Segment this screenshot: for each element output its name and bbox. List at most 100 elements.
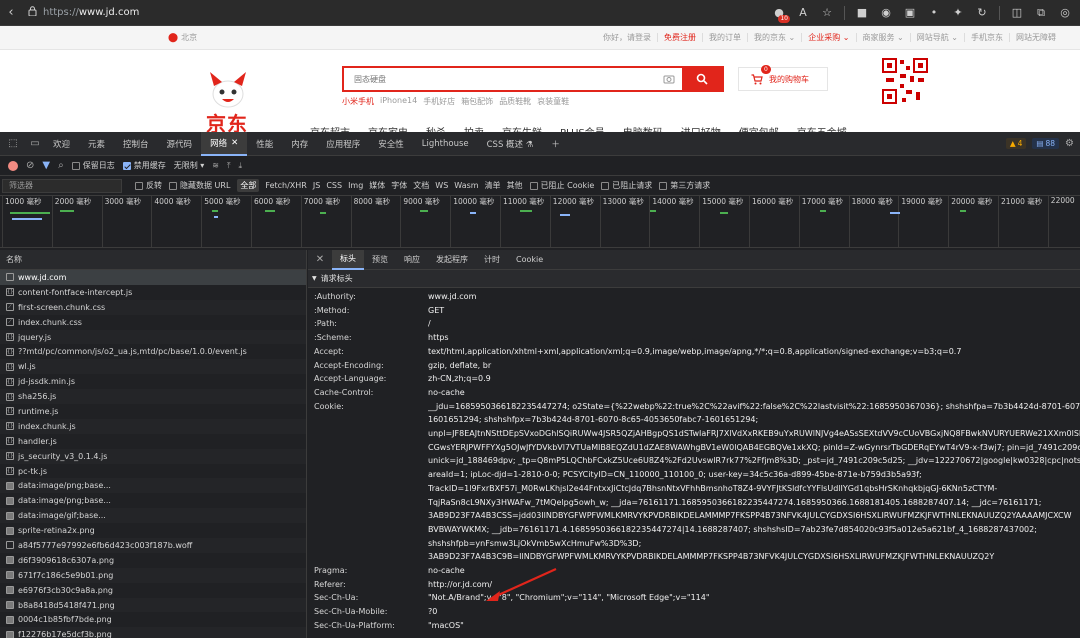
throttle-select[interactable]: 无限制 ▾ <box>174 160 205 171</box>
hide-data-url-checkbox[interactable]: 隐藏数据 URL <box>169 180 230 191</box>
request-row[interactable]: 671f7c186c5e9b01.png <box>0 567 306 583</box>
inspect-element-icon[interactable]: ⬚ <box>4 138 22 149</box>
jd-cart-button[interactable]: 0 我的购物车 <box>738 65 828 91</box>
detail-tab-headers[interactable]: 标头 <box>332 250 364 270</box>
jd-logo[interactable]: 京东 <box>200 64 260 132</box>
request-row[interactable]: data:image/png;base... <box>0 478 306 494</box>
address-bar[interactable]: https://www.jd.com <box>28 6 648 19</box>
tab-security[interactable]: 安全性 <box>369 132 413 156</box>
request-row[interactable]: data:image/png;base... <box>0 493 306 508</box>
category-link[interactable]: 京东五金城 <box>797 124 847 132</box>
request-row[interactable]: {} runtime.js <box>0 404 306 419</box>
invert-checkbox[interactable]: 反转 <box>135 180 162 191</box>
request-row[interactable]: b8a8418d5418f471.png <box>0 597 306 613</box>
type-filter-manifest[interactable]: 清单 <box>485 180 501 191</box>
device-toolbar-icon[interactable]: ▭ <box>26 138 44 149</box>
enterprise-link[interactable]: 企业采购 ⌄ <box>802 33 857 42</box>
back-icon[interactable]: ‹ <box>0 0 22 26</box>
request-row[interactable]: f12276b17e5dcf3b.png <box>0 627 306 638</box>
type-filter-css[interactable]: CSS <box>326 181 342 190</box>
collections-icon[interactable]: ⧉ <box>1034 6 1048 20</box>
record-extension-icon[interactable]: ◉ <box>879 6 893 20</box>
read-aloud-icon[interactable]: A <box>796 6 810 20</box>
my-jd-link[interactable]: 我的京东 ⌄ <box>748 33 803 42</box>
favorite-star-icon[interactable]: ☆ <box>820 6 834 20</box>
type-filter-img[interactable]: Img <box>348 181 363 190</box>
request-row[interactable]: ⟋ first-screen.chunk.css <box>0 299 306 315</box>
type-filter-media[interactable]: 媒体 <box>369 180 385 191</box>
tab-memory[interactable]: 内存 <box>282 132 317 156</box>
preserve-log-checkbox[interactable]: 保留日志 <box>71 160 115 171</box>
request-row[interactable]: ⟋ index.chunk.css <box>0 315 306 330</box>
orders-link[interactable]: 我的订单 <box>703 33 748 42</box>
hot-word[interactable]: 哀装童鞋 <box>537 96 569 107</box>
request-row[interactable]: 0004c1b85fbf7bde.png <box>0 612 306 627</box>
tab-application[interactable]: 应用程序 <box>317 132 369 156</box>
tab-sources[interactable]: 源代码 <box>158 132 202 156</box>
tab-welcome[interactable]: 欢迎 <box>44 132 79 156</box>
hot-word[interactable]: iPhone14 <box>380 96 417 107</box>
request-row[interactable]: {} handler.js <box>0 434 306 449</box>
request-row[interactable]: www.jd.com <box>0 270 306 285</box>
request-row[interactable]: data:image/gif;base... <box>0 508 306 524</box>
detail-tab-preview[interactable]: 预览 <box>364 250 396 270</box>
request-row[interactable]: {} jd-jssdk.min.js <box>0 374 306 389</box>
detail-tab-initiator[interactable]: 发起程序 <box>428 250 476 270</box>
clear-icon[interactable]: ⊘ <box>26 160 34 171</box>
type-filter-all[interactable]: 全部 <box>237 179 260 192</box>
detail-tab-response[interactable]: 响应 <box>396 250 428 270</box>
request-row[interactable]: {} jquery.js <box>0 329 306 345</box>
close-detail-icon[interactable]: ✕ <box>308 254 332 265</box>
tab-network[interactable]: 网络 ✕ <box>201 131 248 156</box>
extension-icon[interactable]: ● 10 <box>772 6 790 23</box>
filter-input[interactable]: 筛选器 <box>2 178 122 193</box>
jd-location[interactable]: ⬤ 北京 <box>168 32 197 43</box>
blocked-requests-checkbox[interactable]: 已阻止请求 <box>601 180 652 191</box>
type-filter-font[interactable]: 字体 <box>391 180 407 191</box>
blocked-cookies-checkbox[interactable]: 已阻止 Cookie <box>529 180 594 191</box>
type-filter-js[interactable]: JS <box>313 181 320 190</box>
register-link[interactable]: 免费注册 <box>658 33 703 42</box>
tab-css-overview[interactable]: CSS 概述 ⚗ <box>478 132 543 156</box>
jd-search-button[interactable] <box>682 68 722 90</box>
jd-search-input[interactable] <box>344 68 656 90</box>
extension-dot-icon[interactable]: • <box>927 6 941 20</box>
category-link[interactable]: 进口好物 <box>681 124 721 132</box>
hot-word[interactable]: 箱包配饰 <box>461 96 493 107</box>
type-filter-wasm[interactable]: Wasm <box>454 181 478 190</box>
category-link[interactable]: 便宜包邮 <box>739 124 779 132</box>
mobile-jd-link[interactable]: 手机京东 <box>965 33 1010 42</box>
accessibility-link[interactable]: 网站无障碍 <box>1010 33 1062 42</box>
merchant-link[interactable]: 商家服务 ⌄ <box>857 33 911 42</box>
request-list-header[interactable]: 名称 <box>0 250 306 270</box>
wifi-icon[interactable]: ≋ <box>212 161 219 170</box>
request-row[interactable]: {} index.chunk.js <box>0 418 306 434</box>
hot-word[interactable]: 小米手机 <box>342 96 374 107</box>
detail-tab-timing[interactable]: 计时 <box>476 250 508 270</box>
category-link[interactable]: 电脑数码 <box>623 124 663 132</box>
copilot-icon[interactable]: ◎ <box>1058 6 1072 20</box>
type-filter-ws[interactable]: WS <box>435 181 448 190</box>
split-screen-icon[interactable]: ◫ <box>1010 6 1024 20</box>
camera-icon[interactable] <box>656 68 682 90</box>
tab-elements[interactable]: 元素 <box>79 132 114 156</box>
request-headers-section[interactable]: ▼ 请求标头 <box>308 270 1080 288</box>
export-har-icon[interactable]: ⤓ <box>239 161 243 171</box>
request-row[interactable]: {} pc-tk.js <box>0 464 306 479</box>
messages-badge[interactable]: ▤ 88 <box>1032 138 1060 149</box>
close-tab-icon[interactable]: ✕ <box>231 138 238 148</box>
request-row[interactable]: {} ??mtd/pc/common/js/o2_ua.js,mtd/pc/bas… <box>0 344 306 359</box>
request-row[interactable]: {} js_security_v3_0.1.4.js <box>0 448 306 464</box>
extension-square-icon[interactable]: ▣ <box>903 6 917 20</box>
import-har-icon[interactable]: ⤒ <box>227 161 231 171</box>
type-filter-doc[interactable]: 文档 <box>413 180 429 191</box>
disable-cache-checkbox[interactable]: 禁用缓存 <box>122 160 166 171</box>
type-filter-fetch[interactable]: Fetch/XHR <box>265 181 306 190</box>
search-icon[interactable]: ⌕ <box>58 160 64 171</box>
tab-performance[interactable]: 性能 <box>247 132 282 156</box>
third-party-checkbox[interactable]: 第三方请求 <box>659 180 710 191</box>
hot-word[interactable]: 品质鞋靴 <box>499 96 531 107</box>
detail-tab-cookies[interactable]: Cookie <box>508 250 551 270</box>
request-row[interactable]: sprite-retina2x.png <box>0 523 306 538</box>
puzzle-icon[interactable]: ✦ <box>951 6 965 20</box>
